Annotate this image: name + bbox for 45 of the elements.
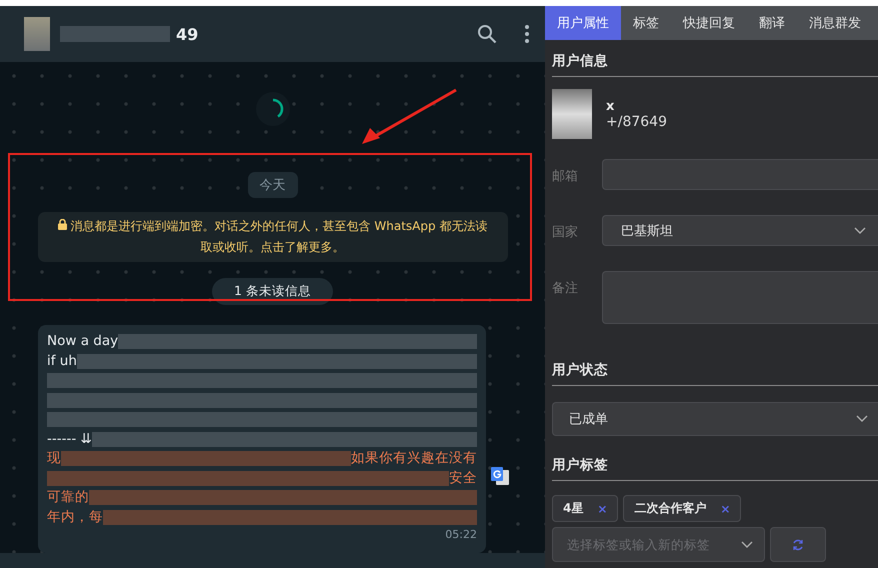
tag-label: 4星 — [563, 500, 584, 517]
notes-field[interactable] — [602, 271, 878, 324]
contact-name: 49 — [176, 24, 198, 44]
message-text: 如果你有兴趣在没有 — [351, 449, 477, 468]
tab[interactable]: 用户属性 — [545, 6, 621, 40]
section-title: 用户状态 — [552, 349, 878, 386]
tab[interactable]: 消息群发 — [797, 6, 873, 40]
message-text: Now a day — [47, 332, 118, 351]
message-text: 安全 — [449, 468, 477, 488]
phone-number: +/87649 — [606, 114, 667, 130]
message-text: 可靠的 — [47, 488, 89, 507]
select-value: 巴基斯坦 — [621, 222, 674, 240]
pixelated-avatar — [552, 89, 592, 139]
loading-spinner — [256, 92, 290, 126]
chevron-down-icon — [741, 541, 753, 549]
email-field[interactable] — [602, 159, 878, 190]
translate-icon[interactable] — [490, 466, 510, 486]
country-select[interactable]: 巴基斯坦 — [602, 215, 878, 246]
select-value: 已成单 — [569, 411, 609, 428]
unread-count-chip: 1 条未读信息 — [212, 278, 333, 305]
refresh-icon — [792, 538, 804, 550]
chevron-down-icon — [856, 415, 868, 423]
user-name: x — [606, 98, 616, 114]
section-title: 用户标签 — [552, 444, 878, 481]
message-text: if uh — [47, 352, 77, 370]
chevron-down-icon — [854, 226, 866, 234]
tab[interactable]: 翻译 — [747, 6, 797, 40]
encryption-notice[interactable]: 消息都是进行端到端加密。对话之外的任何人，甚至包含 WhatsApp 都无法读取或收听。点击了解更多。 — [38, 212, 508, 262]
status-select[interactable]: 已成单 — [552, 402, 878, 436]
field-label: 国家 — [552, 224, 579, 241]
section-title: 用户信息 — [552, 40, 878, 77]
tab[interactable]: 快捷回复 — [671, 6, 747, 40]
field-label: 邮箱 — [552, 168, 579, 185]
message-time: 05:22 — [444, 527, 477, 543]
search-icon[interactable] — [477, 24, 497, 44]
message-text: ------ ⇊ — [47, 430, 92, 448]
message-text: 年内，每 — [47, 508, 103, 526]
field-label: 备注 — [552, 280, 579, 297]
tab[interactable]: 标签 — [621, 6, 671, 40]
lock-icon — [58, 219, 67, 230]
message-text: 现 — [47, 449, 61, 468]
pixelated-avatar — [24, 17, 50, 51]
tag-label: 二次合作客户 — [634, 500, 706, 517]
menu-icon[interactable] — [525, 25, 529, 43]
date-chip: 今天 — [248, 172, 298, 198]
